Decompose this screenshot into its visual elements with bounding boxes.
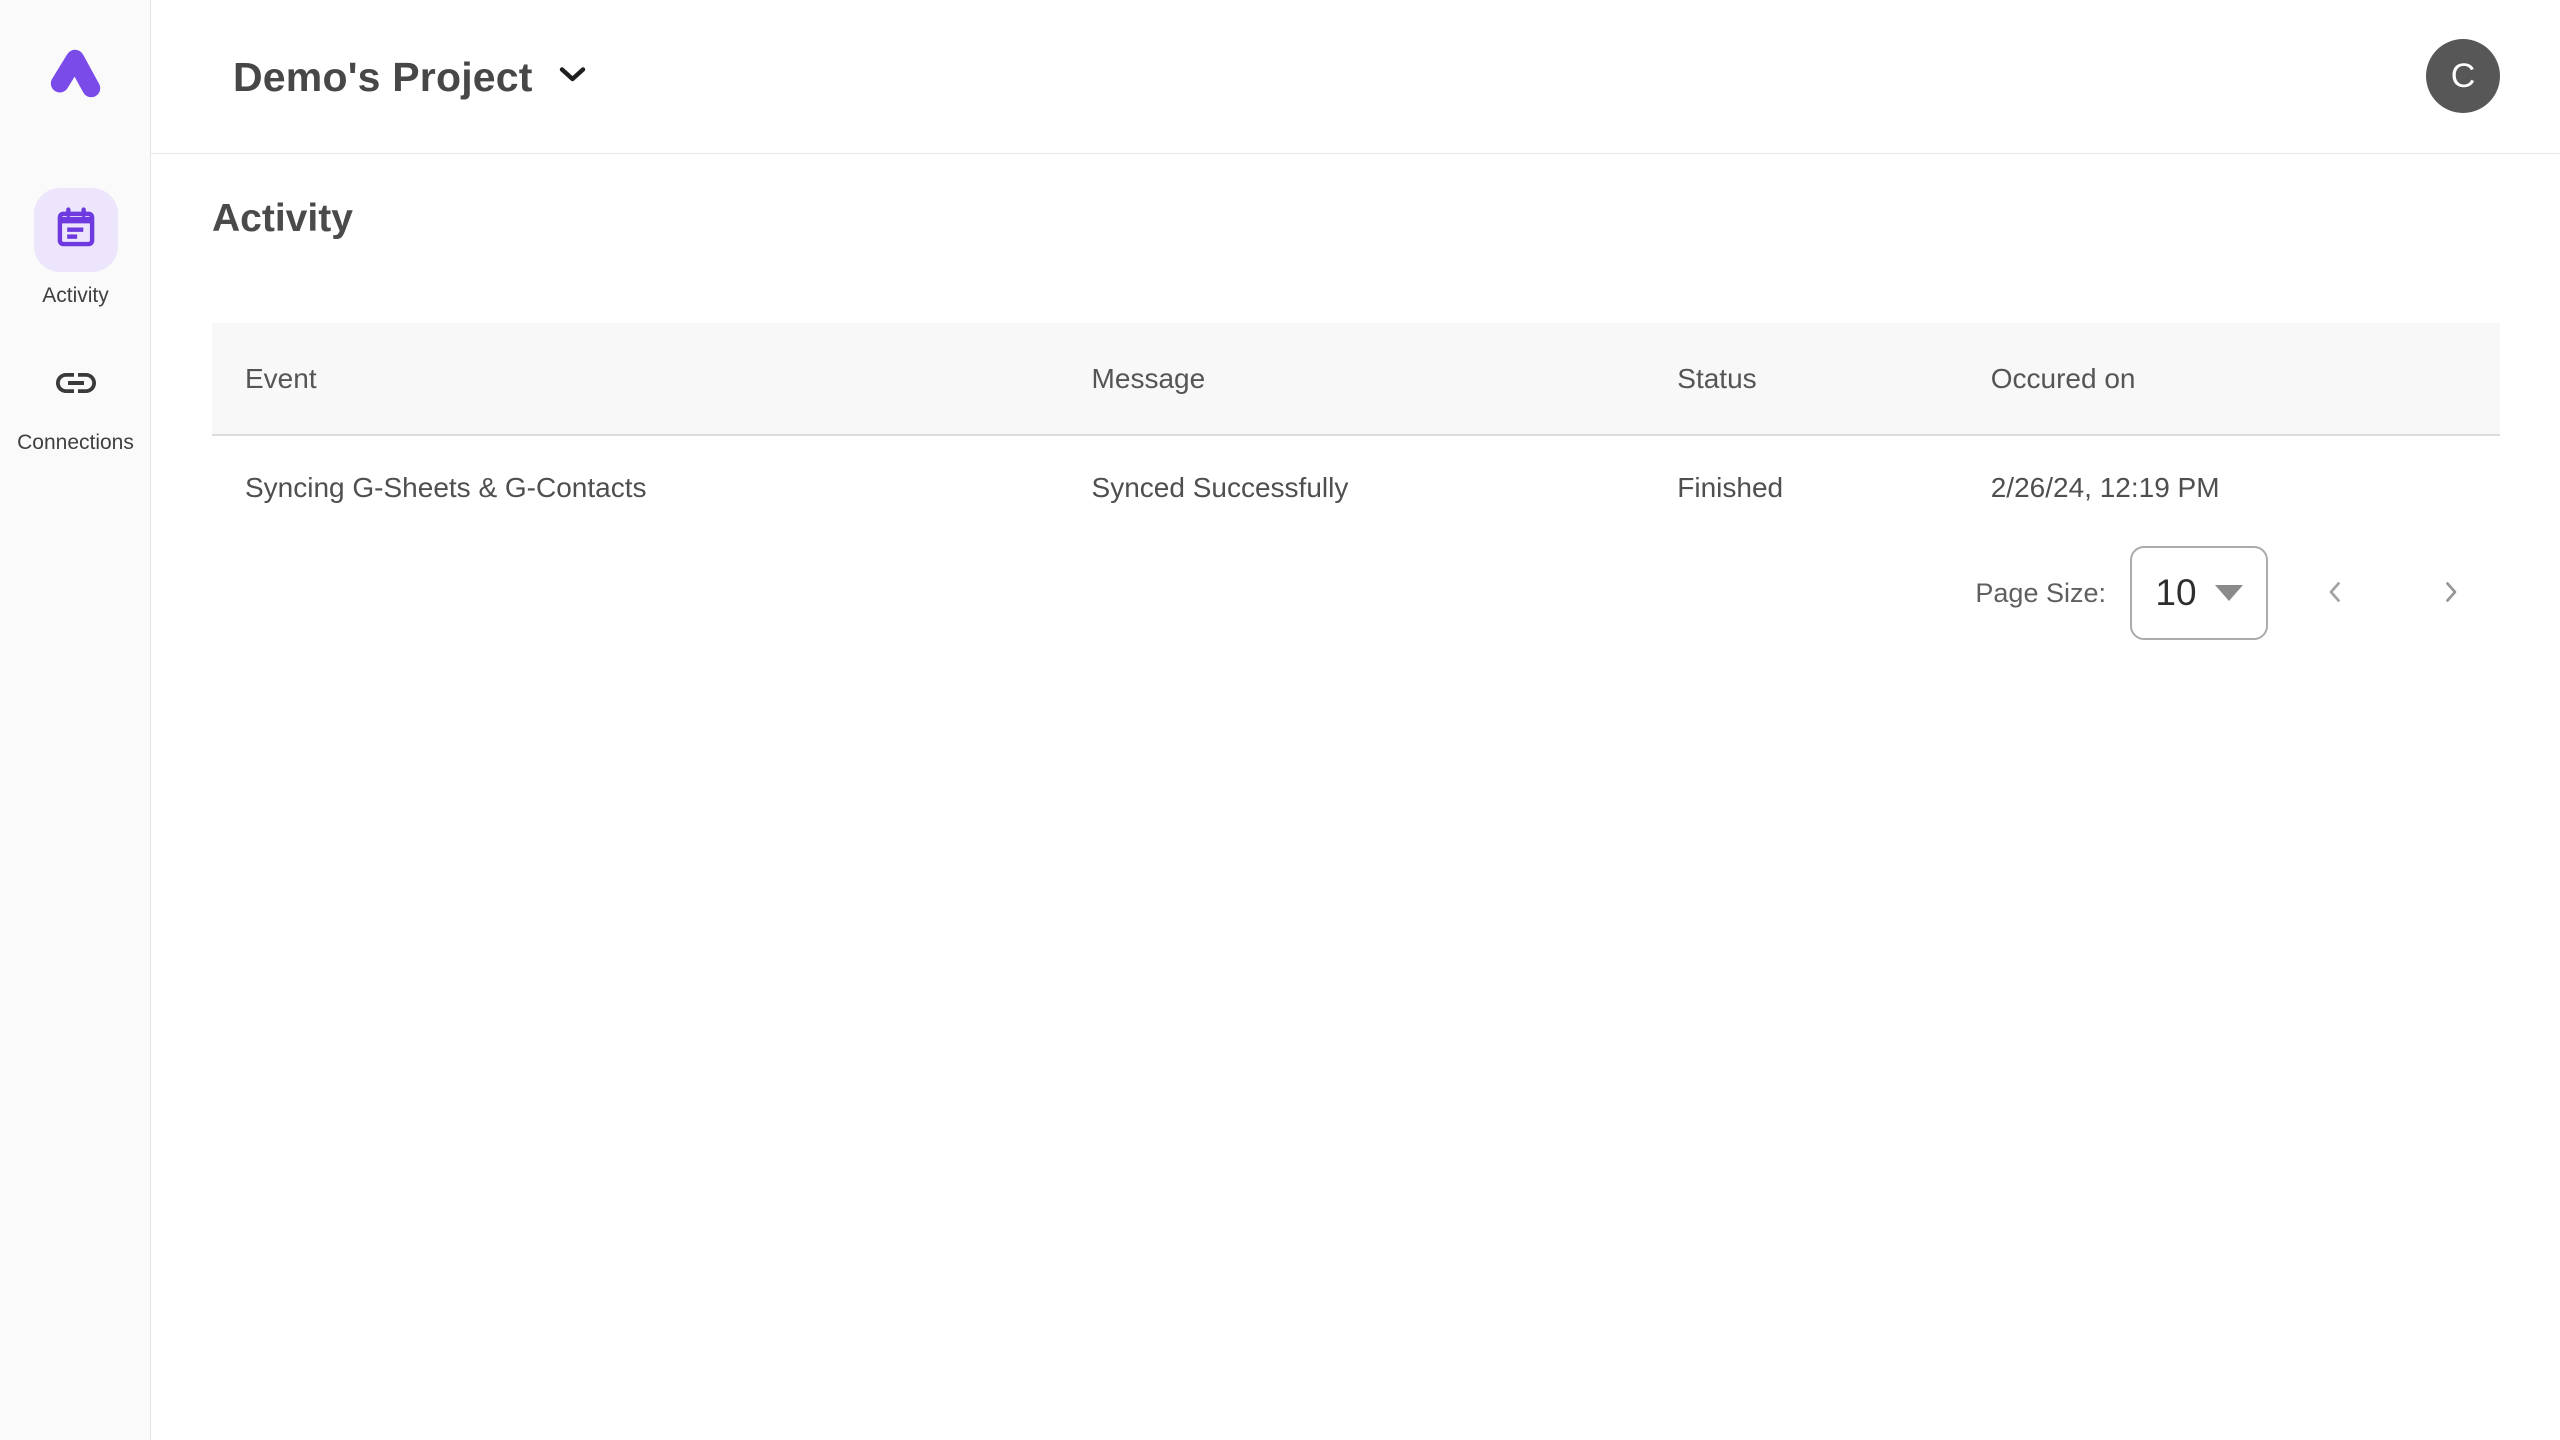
next-page-button[interactable] (2427, 569, 2475, 617)
calendar-icon (53, 205, 99, 256)
active-item-highlight (34, 188, 118, 272)
dropdown-arrow-icon (2215, 585, 2243, 601)
sidebar-item-label: Activity (0, 284, 151, 308)
chevron-down-icon (559, 66, 586, 88)
sidebar: Activity Connections (0, 0, 151, 1440)
previous-page-button[interactable] (2311, 569, 2359, 617)
app-logo[interactable] (0, 30, 151, 120)
page-size-select[interactable]: 10 (2130, 546, 2268, 640)
cell-event: Syncing G-Sheets & G-Contacts (212, 472, 1059, 504)
sidebar-item-label: Connections (0, 431, 151, 455)
column-header-occurred: Occured on (1958, 363, 2500, 395)
chevron-right-icon (2438, 579, 2464, 608)
cell-message: Synced Successfully (1059, 472, 1645, 504)
table-header-row: Event Message Status Occured on (212, 323, 2500, 436)
page-size-value: 10 (2155, 572, 2196, 614)
column-header-event: Event (212, 363, 1059, 395)
activity-table: Event Message Status Occured on Syncing … (212, 323, 2500, 646)
top-bar: Demo's Project C (151, 0, 2560, 154)
logo-icon (38, 35, 114, 116)
project-switcher[interactable]: Demo's Project (233, 0, 586, 154)
app-window: Activity Connections Demo's Project (0, 0, 2560, 1440)
sidebar-item-connections[interactable]: Connections (0, 361, 151, 455)
column-header-message: Message (1059, 363, 1645, 395)
project-title: Demo's Project (233, 54, 533, 101)
column-header-status: Status (1644, 363, 1957, 395)
chevron-left-icon (2322, 579, 2348, 608)
table-row: Syncing G-Sheets & G-Contacts Synced Suc… (212, 436, 2500, 540)
page-title: Activity (212, 197, 353, 241)
avatar[interactable]: C (2426, 39, 2500, 113)
pagination-bar: Page Size: 10 (212, 540, 2500, 646)
cell-status: Finished (1644, 472, 1957, 504)
avatar-initial: C (2451, 57, 2476, 96)
cell-occurred: 2/26/24, 12:19 PM (1958, 472, 2500, 504)
sidebar-item-activity[interactable]: Activity (0, 188, 151, 308)
link-icon (52, 359, 100, 412)
page-size-label: Page Size: (1975, 578, 2106, 609)
